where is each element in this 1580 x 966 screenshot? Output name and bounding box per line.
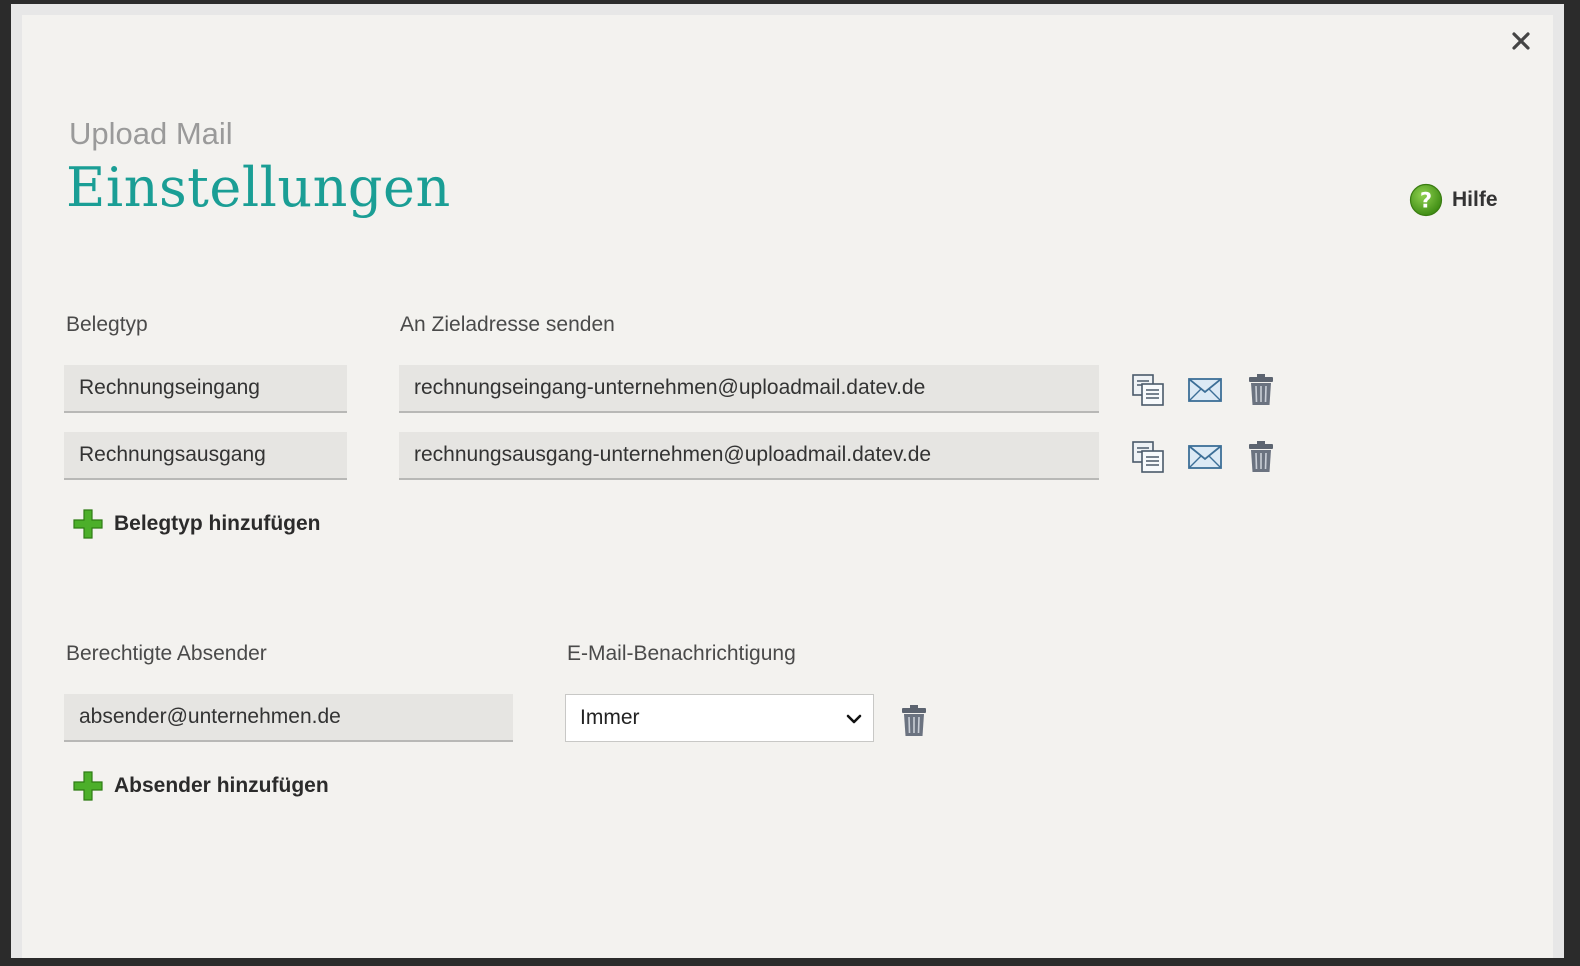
close-icon [1512,32,1530,50]
add-belegtyp-label: Belegtyp hinzufügen [114,512,321,535]
settings-dialog [11,4,1564,958]
send-mail-button[interactable] [1187,372,1223,408]
trash-icon [902,705,926,736]
belegtyp-field[interactable]: Rechnungseingang [64,365,347,413]
sender-email-field[interactable]: absender@unternehmen.de [64,694,513,742]
sender-column-label: Berechtigte Absender [66,642,267,665]
copy-icon [1132,374,1164,406]
chevron-down-icon [846,714,862,724]
close-button[interactable] [1505,25,1537,57]
trash-icon [1249,441,1273,472]
target-address-field[interactable]: rechnungsausgang-unternehmen@uploadmail.… [399,432,1099,480]
envelope-icon [1188,378,1222,402]
address-column-label: An Zieladresse senden [400,313,615,336]
add-belegtyp-button[interactable]: Belegtyp hinzufügen [72,508,321,540]
trash-icon [1249,374,1273,405]
send-mail-button[interactable] [1187,439,1223,475]
page-subtitle: Upload Mail [69,116,233,151]
plus-icon [73,509,103,539]
belegtyp-column-label: Belegtyp [66,313,148,336]
help-link[interactable]: ? Hilfe [1409,183,1498,217]
delete-belegtyp-button[interactable] [1243,439,1279,475]
copy-icon [1132,441,1164,473]
envelope-icon [1188,445,1222,469]
help-icon: ? [1409,183,1443,217]
delete-sender-button[interactable] [896,703,932,739]
notification-selected-value: Immer [580,706,640,729]
copy-address-button[interactable] [1130,439,1166,475]
plus-icon [73,771,103,801]
notification-column-label: E-Mail-Benachrichtigung [567,642,796,665]
add-sender-button[interactable]: Absender hinzufügen [72,770,329,802]
notification-select[interactable]: Immer [565,694,874,742]
target-address-field[interactable]: rechnungseingang-unternehmen@uploadmail.… [399,365,1099,413]
copy-address-button[interactable] [1130,372,1166,408]
help-label: Hilfe [1452,188,1498,211]
delete-belegtyp-button[interactable] [1243,372,1279,408]
svg-text:?: ? [1420,189,1432,213]
add-sender-label: Absender hinzufügen [114,774,329,797]
page-title: Einstellungen [66,156,451,219]
belegtyp-field[interactable]: Rechnungsausgang [64,432,347,480]
